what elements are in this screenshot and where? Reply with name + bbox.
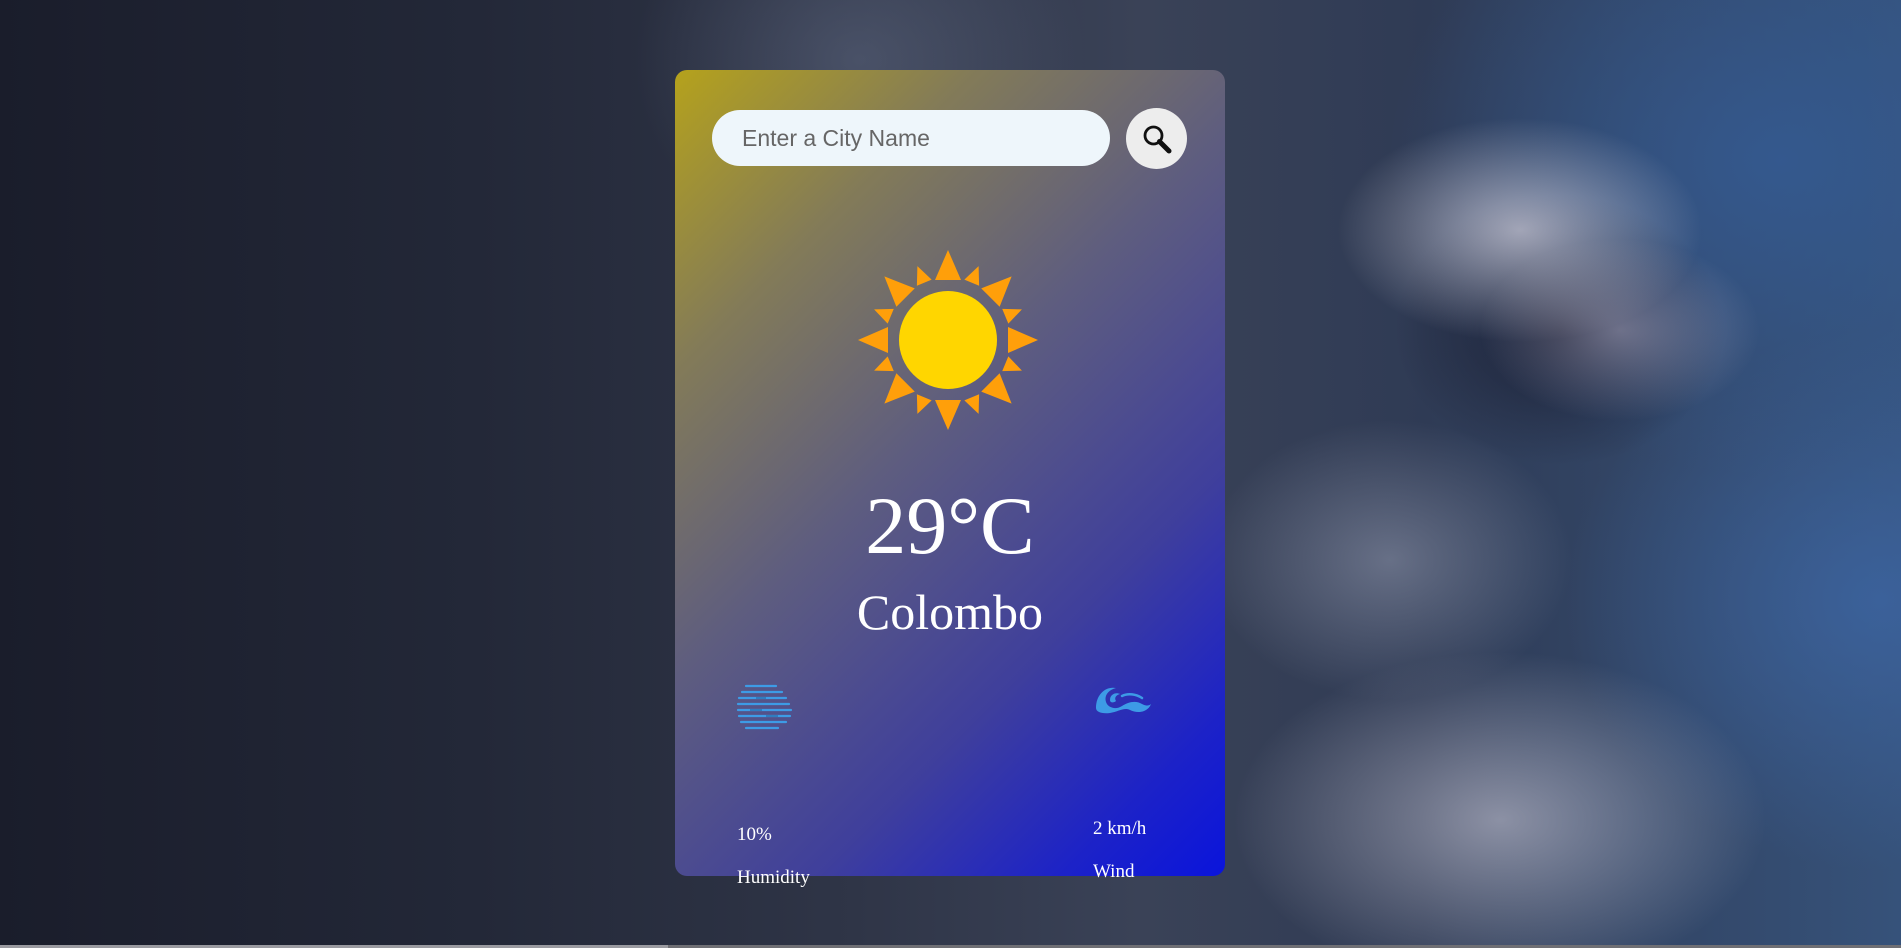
humidity-panel: 10% Humidity [736,682,810,888]
city-name: Colombo [856,584,1044,640]
search-icon [1141,123,1173,155]
wind-value: 2 km/h [1093,818,1147,839]
weather-card: 29°C Colombo [675,70,1225,888]
city-search-input[interactable] [712,110,1110,166]
wind-label: Wind [1093,861,1135,882]
search-button[interactable] [1126,108,1187,169]
humidity-value: 10% [737,824,772,845]
humidity-label: Humidity [737,867,810,888]
wind-panel: 2 km/h Wind [1092,682,1152,882]
wind-icon [1092,682,1152,724]
temperature-reading: 29°C [865,480,1035,571]
sun-icon [838,230,1058,450]
humidity-icon [736,682,794,738]
